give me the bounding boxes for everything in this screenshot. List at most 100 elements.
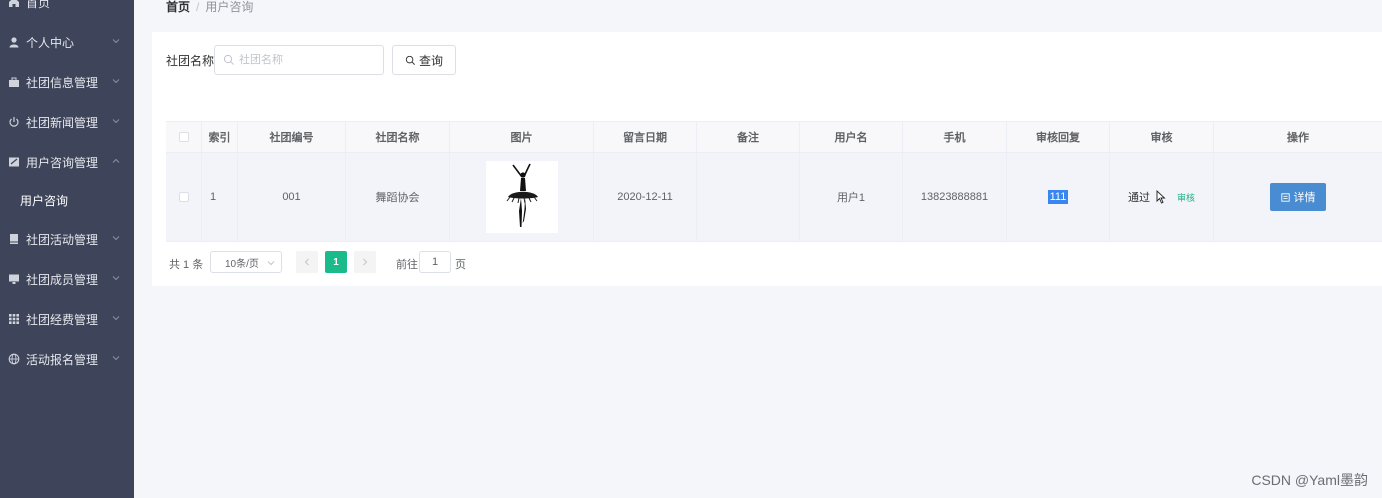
chevron-down-icon bbox=[112, 236, 120, 241]
content-panel: 社团名称 查询 索引 社团编号 社团名称 图片 留言日期 备注 用户名 手机 审… bbox=[152, 32, 1382, 286]
power-icon bbox=[8, 116, 20, 128]
cell-audit: 通过 审核 bbox=[1110, 153, 1214, 241]
audit-action-link[interactable]: 审核 bbox=[1177, 191, 1195, 204]
cell-reply: 111 bbox=[1007, 153, 1110, 241]
header-audit: 审核 bbox=[1110, 122, 1214, 152]
breadcrumb-home[interactable]: 首页 bbox=[166, 0, 190, 14]
monitor-icon bbox=[8, 273, 20, 285]
mouse-cursor-icon bbox=[1156, 190, 1166, 204]
document-icon bbox=[1280, 192, 1290, 202]
cell-club-name: 舞蹈协会 bbox=[346, 153, 450, 241]
sidebar-item-members[interactable]: 社团成员管理 bbox=[0, 259, 134, 299]
audit-status: 通过 bbox=[1127, 192, 1150, 204]
pagination-total: 共 1 条 bbox=[169, 259, 204, 271]
chevron-down-icon bbox=[112, 79, 120, 84]
row-select[interactable] bbox=[166, 153, 202, 241]
search-button[interactable]: 查询 bbox=[392, 45, 456, 75]
watermark: CSDN @Yaml墨韵 bbox=[1251, 472, 1368, 488]
page-size-value: 10条/页 bbox=[225, 258, 259, 270]
cell-actions: 详情 bbox=[1214, 153, 1382, 241]
detail-button-label: 详情 bbox=[1293, 192, 1316, 204]
header-reply: 审核回复 bbox=[1007, 122, 1110, 152]
page-number-button[interactable]: 1 bbox=[325, 251, 347, 273]
breadcrumb: 首页 / 用户咨询 bbox=[166, 0, 253, 14]
user-icon bbox=[8, 36, 20, 48]
sidebar-item-label: 活动报名管理 bbox=[26, 352, 99, 367]
sidebar-item-club-news[interactable]: 社团新闻管理 bbox=[0, 102, 134, 142]
ballerina-image bbox=[485, 161, 558, 233]
sidebar-item-consult-mgmt[interactable]: 用户咨询管理 bbox=[0, 142, 134, 182]
home-icon bbox=[8, 0, 20, 8]
header-date: 留言日期 bbox=[594, 122, 697, 152]
cell-phone: 13823888881 bbox=[903, 153, 1007, 241]
goto-label: 前往 bbox=[396, 259, 418, 271]
sidebar-item-label: 社团成员管理 bbox=[26, 272, 99, 287]
header-phone: 手机 bbox=[903, 122, 1007, 152]
edit-icon bbox=[8, 156, 20, 168]
detail-button[interactable]: 详情 bbox=[1270, 183, 1326, 211]
sidebar-item-home[interactable]: 首页 bbox=[0, 0, 134, 22]
header-club-name: 社团名称 bbox=[346, 122, 450, 152]
book-icon bbox=[8, 233, 20, 245]
sidebar-item-label: 社团信息管理 bbox=[26, 75, 99, 90]
chevron-up-icon bbox=[112, 158, 120, 163]
header-select-all[interactable] bbox=[166, 122, 202, 152]
cell-username: 用户1 bbox=[800, 153, 903, 241]
header-actions: 操作 bbox=[1287, 132, 1309, 144]
sidebar-item-label: 社团活动管理 bbox=[26, 232, 99, 247]
search-input[interactable] bbox=[239, 54, 379, 66]
sidebar-subitem-consult[interactable]: 用户咨询 bbox=[0, 180, 134, 220]
search-button-label: 查询 bbox=[418, 53, 443, 68]
audit-action-label: 审核 bbox=[1176, 192, 1195, 203]
breadcrumb-current: 用户咨询 bbox=[205, 0, 254, 14]
next-page-button[interactable] bbox=[354, 251, 376, 273]
header-username: 用户名 bbox=[800, 122, 903, 152]
breadcrumb-separator: / bbox=[196, 0, 200, 14]
page-size-select[interactable]: 10条/页 bbox=[210, 251, 282, 273]
select-all-checkbox[interactable] bbox=[178, 132, 189, 142]
club-image[interactable] bbox=[485, 161, 558, 233]
chevron-down-icon bbox=[112, 356, 120, 361]
sidebar-item-profile[interactable]: 个人中心 bbox=[0, 22, 134, 62]
cell-remark bbox=[697, 153, 800, 241]
chevron-down-icon bbox=[112, 316, 120, 321]
cell-index: 1 bbox=[202, 153, 238, 241]
header-remark: 备注 bbox=[697, 122, 800, 152]
chevron-right-icon bbox=[363, 258, 368, 266]
sidebar-subitem-label: 用户咨询 bbox=[20, 193, 69, 208]
chevron-down-icon bbox=[112, 276, 120, 281]
reply-text: 111 bbox=[1047, 190, 1069, 204]
page-suffix-label: 页 bbox=[455, 259, 466, 271]
chevron-down-icon bbox=[267, 261, 275, 266]
chevron-down-icon bbox=[112, 119, 120, 124]
search-icon bbox=[405, 55, 415, 65]
sidebar-item-signup[interactable]: 活动报名管理 bbox=[0, 339, 134, 379]
grid-icon bbox=[8, 313, 20, 325]
sidebar-item-label: 个人中心 bbox=[26, 35, 75, 50]
chevron-left-icon bbox=[304, 258, 309, 266]
cell-image bbox=[450, 153, 594, 241]
sidebar-item-club-info[interactable]: 社团信息管理 bbox=[0, 62, 134, 102]
sidebar-item-label: 首页 bbox=[26, 0, 51, 10]
sidebar-item-label: 社团经费管理 bbox=[26, 312, 99, 327]
chevron-down-icon bbox=[112, 39, 120, 44]
sidebar-item-label: 社团新闻管理 bbox=[26, 115, 99, 130]
sidebar-item-label: 用户咨询管理 bbox=[26, 155, 99, 170]
globe-icon bbox=[8, 353, 20, 365]
cell-club-no: 001 bbox=[238, 153, 346, 241]
prev-page-button[interactable] bbox=[296, 251, 318, 273]
row-checkbox[interactable] bbox=[178, 192, 189, 202]
search-input-wrapper[interactable] bbox=[214, 45, 384, 75]
search-label: 社团名称 bbox=[166, 54, 215, 68]
table-header: 索引 社团编号 社团名称 图片 留言日期 备注 用户名 手机 审核回复 审核 操… bbox=[166, 121, 1382, 153]
header-index: 索引 bbox=[202, 122, 238, 152]
sidebar-item-activity[interactable]: 社团活动管理 bbox=[0, 219, 134, 259]
briefcase-icon bbox=[8, 76, 20, 88]
pagination: 共 1 条 10条/页 1 前往 1 页 bbox=[166, 251, 766, 273]
sidebar-item-funds[interactable]: 社团经费管理 bbox=[0, 299, 134, 339]
goto-page-input[interactable]: 1 bbox=[419, 251, 451, 273]
cell-date: 2020-12-11 bbox=[594, 153, 697, 241]
sidebar: 首页 个人中心 社团信息管理 社团新闻管理 用户咨询管理 用户咨询 社团活动管理… bbox=[0, 0, 134, 498]
search-icon bbox=[223, 54, 234, 65]
table-row: 1 001 舞蹈协会 2020-12-11 用户1 13823888881 11… bbox=[166, 153, 1382, 242]
